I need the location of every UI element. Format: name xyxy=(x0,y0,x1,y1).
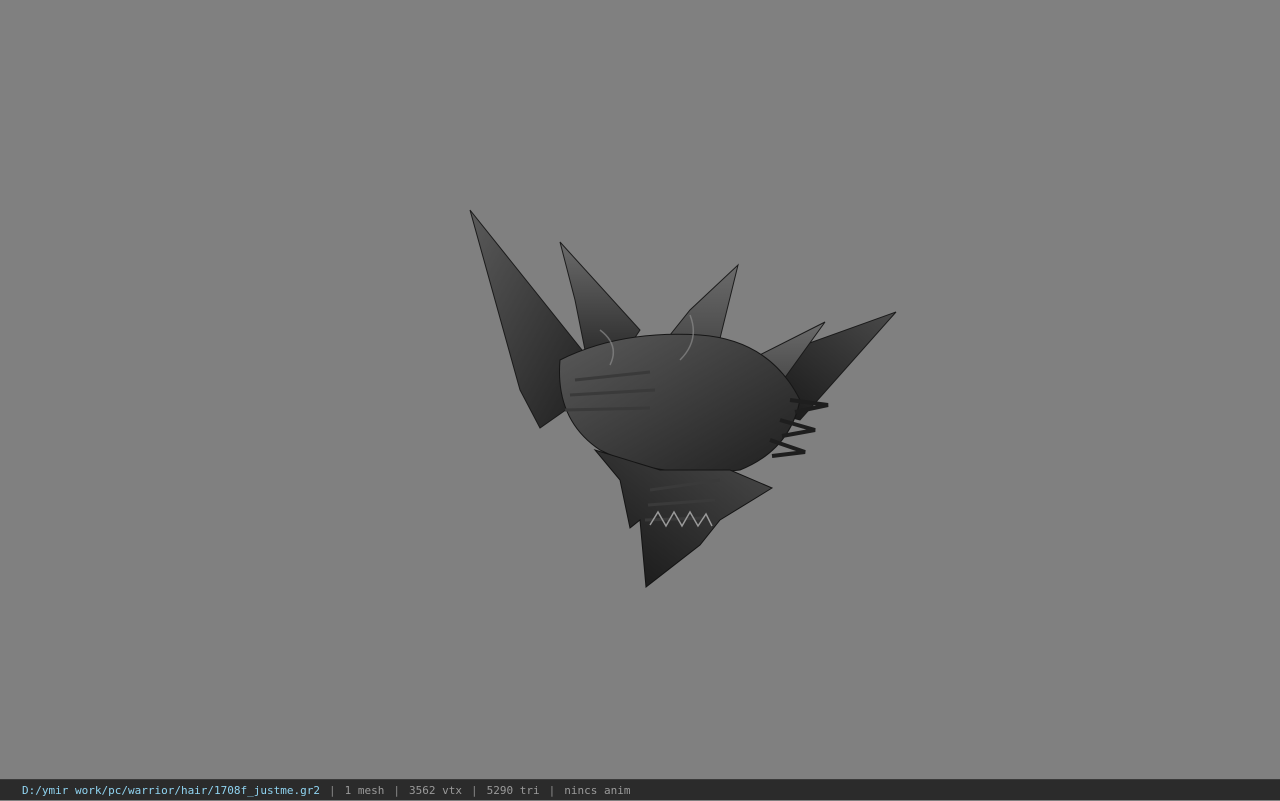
status-bar: D:/ymir work/pc/warrior/hair/1708f_justm… xyxy=(0,779,1280,800)
separator: | xyxy=(393,784,401,797)
anim-status: nincs anim xyxy=(564,784,631,797)
3d-viewport[interactable] xyxy=(0,0,1280,779)
separator: | xyxy=(471,784,478,797)
triangle-count: 5290 tri xyxy=(486,784,540,797)
file-path: D:/ymir work/pc/warrior/hair/1708f_justm… xyxy=(22,784,321,797)
separator: | xyxy=(548,784,556,797)
helmet-model xyxy=(469,209,897,588)
mesh-count: 1 mesh xyxy=(344,784,385,797)
separator: | xyxy=(329,784,336,797)
vertex-count: 3562 vtx xyxy=(409,784,462,797)
